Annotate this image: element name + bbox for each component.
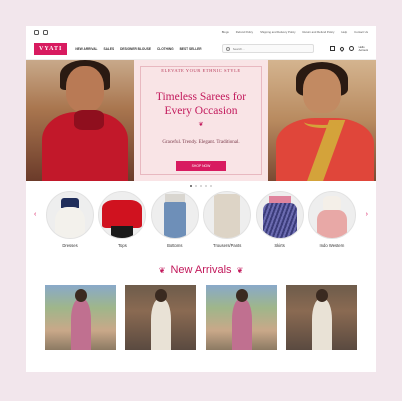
top-link-blogs[interactable]: Blogs (222, 30, 229, 34)
shop-now-button[interactable]: SHOP NOW (176, 161, 226, 171)
carousel-dot[interactable] (199, 184, 203, 188)
top-link-contact[interactable]: Contact Us (354, 30, 368, 34)
hero-title: Timeless Sarees for Every Occasion (155, 91, 247, 117)
cart-icon[interactable] (329, 46, 335, 51)
category-label: Skirts (274, 243, 285, 248)
category-image (203, 191, 252, 239)
site-header: VYATI NEW ARRIVAL SALES DESIGNER BLOUSE … (26, 38, 376, 60)
top-links: Blogs Refund Policy Shipping and Deliver… (222, 30, 368, 34)
category-image (98, 191, 147, 239)
product-card[interactable] (125, 285, 197, 350)
category-label: Tops (117, 243, 127, 248)
page-frame: Blogs Refund Policy Shipping and Deliver… (26, 26, 376, 372)
top-link-return[interactable]: Return and Refund Policy (303, 30, 335, 34)
user-icon[interactable] (348, 46, 354, 51)
carousel-dot[interactable] (209, 184, 212, 188)
category-image (46, 191, 94, 239)
nav-new-arrival[interactable]: NEW ARRIVAL (75, 47, 97, 51)
category-label: Bottoms (167, 243, 183, 248)
hero-ornament-icon: ❦ (198, 122, 204, 128)
category-image (255, 191, 304, 239)
nav-best-seller[interactable]: BEST SELLER (180, 47, 202, 51)
wishlist-heart-icon[interactable] (338, 45, 345, 52)
category-tops[interactable]: Tops (98, 191, 147, 255)
category-trousers-pants[interactable]: Trousers/Pants (203, 191, 252, 255)
category-image (150, 191, 199, 239)
hero-image-left (26, 60, 134, 181)
nav-clothing[interactable]: CLOTHING (157, 47, 174, 51)
carousel-dots (26, 181, 376, 191)
brand-logo[interactable]: VYATI (34, 42, 68, 55)
hero-image-right (268, 60, 376, 181)
top-link-shipping[interactable]: Shipping and Delivery Policy (260, 30, 295, 34)
hero-content: ELEVATE YOUR ETHNIC STYLE Timeless Saree… (134, 60, 268, 181)
product-grid (26, 285, 376, 350)
carousel-dot[interactable] (194, 184, 198, 188)
ornament-left-icon: ❦ (158, 265, 166, 275)
category-bottoms[interactable]: Bottoms (150, 191, 199, 255)
category-label: Trousers/Pants (213, 243, 242, 248)
category-skirts[interactable]: Skirts (255, 191, 304, 255)
category-indo-western[interactable]: Indo Western (307, 191, 356, 255)
main-nav: NEW ARRIVAL SALES DESIGNER BLOUSE CLOTHI… (75, 47, 201, 51)
account-label: Account (358, 48, 368, 52)
search-icon[interactable] (225, 46, 230, 51)
product-card[interactable] (45, 285, 116, 350)
top-link-help[interactable]: Help (341, 30, 347, 34)
hero-subtitle: Graceful. Trendy. Elegant. Traditional. (162, 140, 240, 145)
top-bar: Blogs Refund Policy Shipping and Deliver… (26, 26, 376, 38)
social-links (34, 29, 48, 35)
category-label: Indo Western (319, 243, 345, 248)
facebook-icon[interactable] (43, 29, 48, 35)
instagram-icon[interactable] (34, 29, 39, 35)
search-input[interactable] (232, 46, 303, 51)
product-card[interactable] (205, 285, 277, 350)
nav-sales[interactable]: SALES (103, 47, 114, 51)
account-link[interactable]: Hello Account (359, 46, 368, 52)
product-card[interactable] (285, 285, 357, 350)
hero-banner: ELEVATE YOUR ETHNIC STYLE Timeless Saree… (26, 60, 376, 181)
header-icons: Hello Account (329, 45, 368, 52)
ornament-right-icon: ❦ (236, 265, 244, 275)
new-arrivals-title: New Arrivals (170, 264, 232, 276)
hero-eyebrow: ELEVATE YOUR ETHNIC STYLE (161, 68, 241, 73)
nav-designer-blouse[interactable]: DESIGNER BLOUSE (120, 47, 151, 51)
category-dresses[interactable]: Dresses (46, 191, 94, 255)
top-link-refund[interactable]: Refund Policy (236, 30, 253, 34)
carousel-dot[interactable] (190, 184, 193, 188)
category-image (307, 191, 356, 239)
chevron-left-icon[interactable]: ‹ (34, 211, 36, 218)
category-carousel: ‹ Dresses Tops Bottoms Trousers/Pants Sk… (26, 191, 376, 255)
search-box (221, 44, 314, 53)
category-label: Dresses (62, 243, 78, 248)
chevron-right-icon[interactable]: › (366, 211, 368, 218)
new-arrivals-heading: ❦ New Arrivals ❦ (26, 255, 376, 285)
carousel-dot[interactable] (204, 184, 208, 188)
